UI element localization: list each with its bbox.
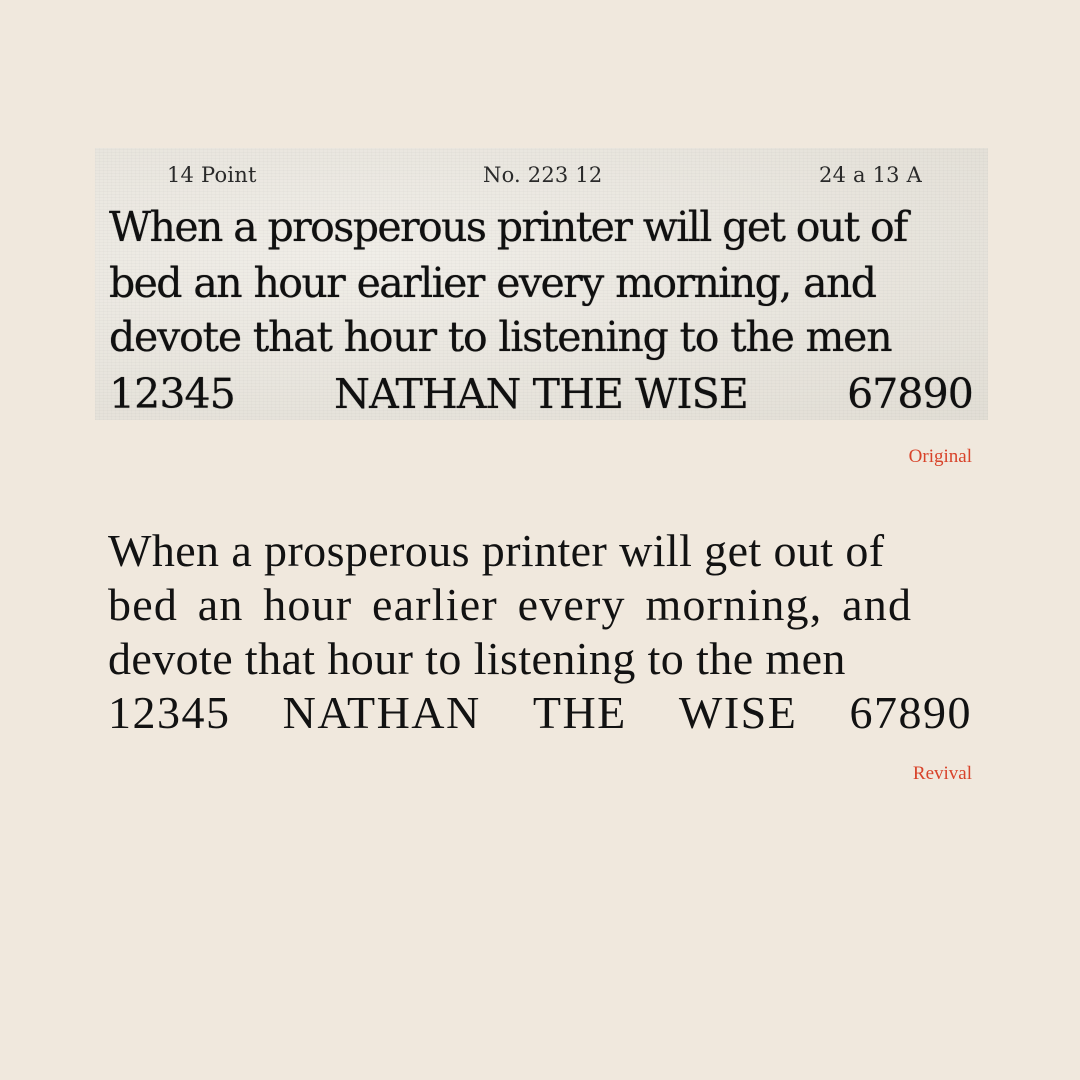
original-title: NATHAN THE WISE — [334, 370, 749, 418]
original-text-line-3: devote that hour to listening to the men — [109, 313, 893, 361]
original-specimen-scan: 14 Point No. 223 12 24 a 13 A When a pro… — [95, 148, 988, 420]
revival-title-word-1: NATHAN — [282, 687, 481, 738]
original-showing-line: 12345 NATHAN THE WISE 67890 — [109, 367, 973, 421]
catalog-number-label: No. 223 12 — [483, 163, 603, 187]
revival-title-word-2: THE — [532, 687, 627, 738]
point-size-label: 14 Point — [167, 163, 257, 187]
original-text-line-1: When a prosperous printer will get out o… — [109, 203, 908, 251]
original-text-line-2: bed an hour earlier every morning, and — [109, 259, 877, 307]
revival-right-numerals: 67890 — [849, 687, 972, 738]
revival-specimen: When a prosperous printer will get out o… — [108, 524, 972, 740]
original-caption: Original — [908, 446, 972, 467]
revival-title-word-3: WISE — [678, 687, 798, 738]
original-left-numerals: 12345 — [109, 370, 236, 418]
revival-text-line-1: When a prosperous printer will get out o… — [108, 525, 885, 576]
original-right-numerals: 67890 — [847, 370, 973, 418]
font-count-label: 24 a 13 A — [819, 163, 922, 187]
revival-caption: Revival — [912, 763, 972, 784]
revival-text-line-3: devote that hour to listening to the men — [108, 633, 846, 684]
revival-showing-line: 12345 NATHAN THE WISE 67890 — [108, 686, 972, 740]
revival-text-line-2: bed an hour earlier every morning, and — [108, 579, 913, 630]
revival-left-numerals: 12345 — [108, 687, 231, 738]
